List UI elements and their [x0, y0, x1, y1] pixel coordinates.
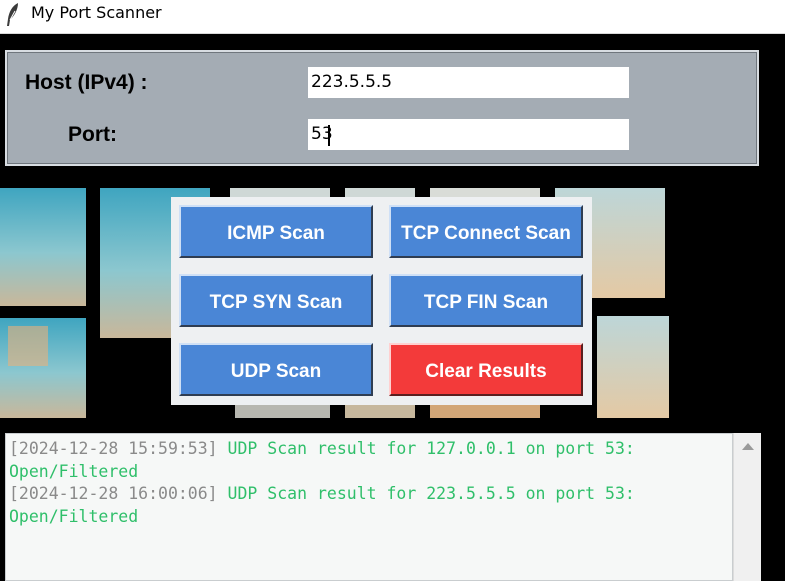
results-textbox[interactable]: [2024-12-28 15:59:53] UDP Scan result fo…	[5, 433, 733, 581]
scan-button-panel: ICMP Scan TCP Connect Scan TCP SYN Scan …	[171, 197, 592, 405]
icmp-scan-button[interactable]: ICMP Scan	[179, 205, 373, 258]
results-scrollbar[interactable]	[733, 433, 761, 581]
results-log: [2024-12-28 15:59:53] UDP Scan result fo…	[6, 434, 732, 532]
port-input[interactable]: 53	[308, 119, 629, 150]
result-timestamp: [2024-12-28 16:00:06]	[9, 484, 218, 503]
port-label: Port:	[68, 123, 117, 146]
connection-panel: Host (IPv4) : 223.5.5.5 Port: 53	[5, 50, 759, 166]
tcp-connect-scan-button[interactable]: TCP Connect Scan	[389, 205, 583, 258]
window-edge	[761, 433, 785, 581]
host-label: Host (IPv4) :	[25, 71, 148, 94]
result-timestamp: [2024-12-28 15:59:53]	[9, 439, 218, 458]
clear-results-button[interactable]: Clear Results	[389, 343, 583, 396]
tcp-fin-scan-button[interactable]: TCP FIN Scan	[389, 274, 583, 327]
tcp-syn-scan-button[interactable]: TCP SYN Scan	[179, 274, 373, 327]
udp-scan-button[interactable]: UDP Scan	[179, 343, 373, 396]
text-caret	[328, 125, 330, 146]
host-input[interactable]: 223.5.5.5	[308, 67, 629, 98]
feather-icon	[7, 3, 18, 26]
window-title: My Port Scanner	[31, 3, 162, 22]
scroll-up-arrow-icon[interactable]	[742, 443, 754, 450]
title-bar: My Port Scanner	[0, 0, 785, 34]
